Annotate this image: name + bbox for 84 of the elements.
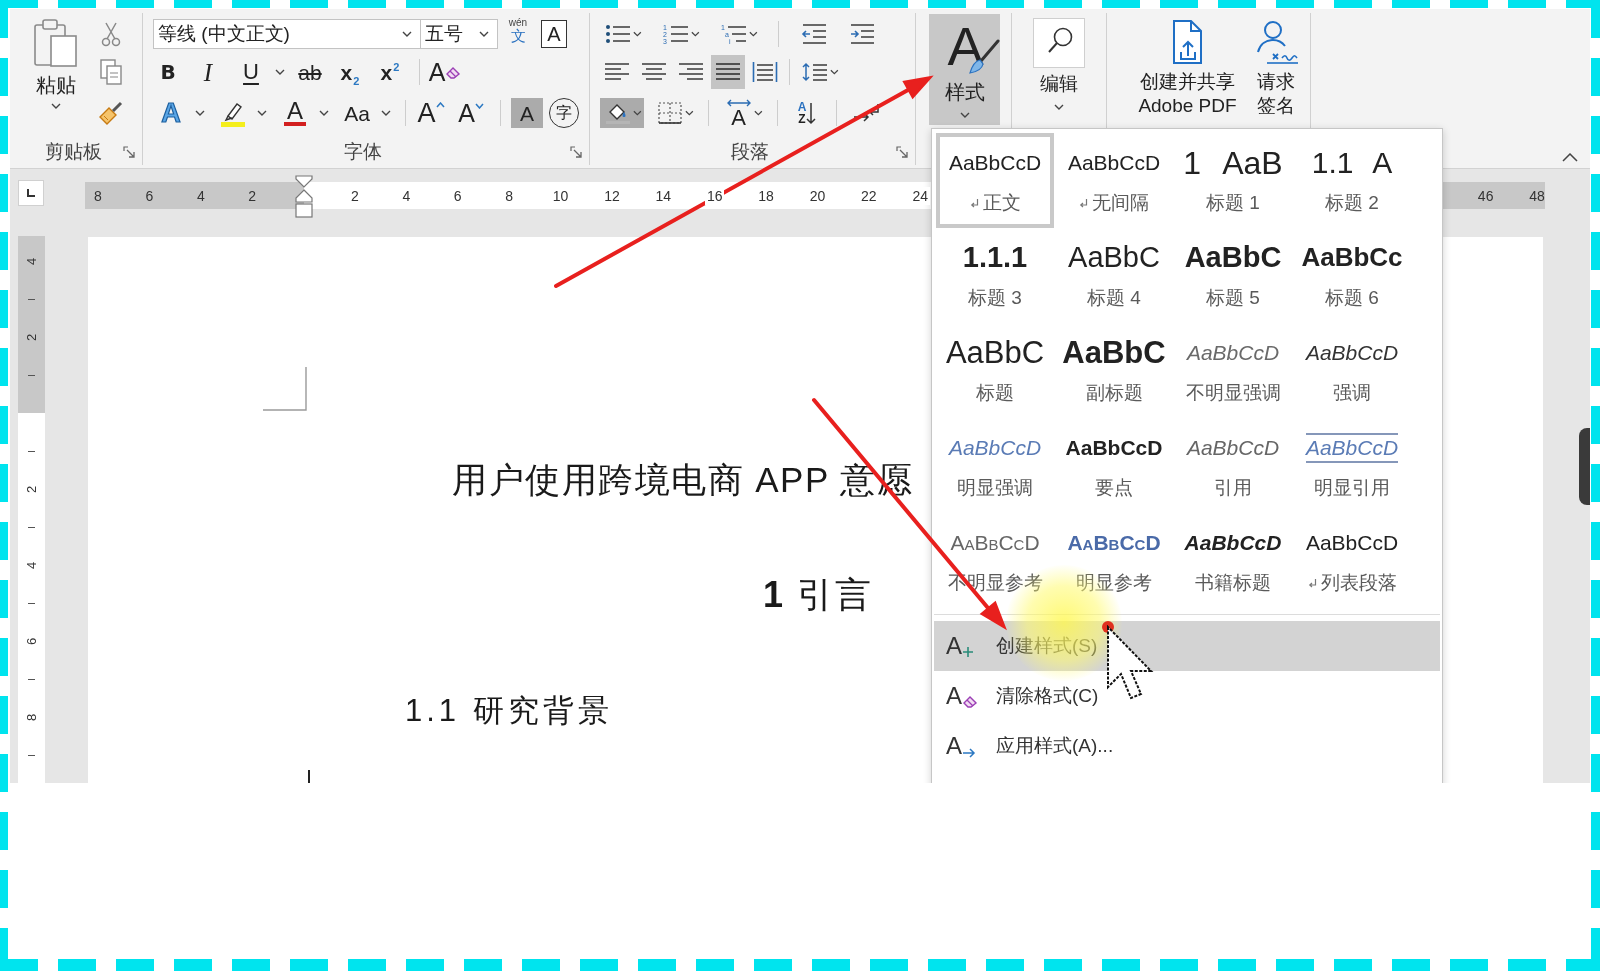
search-icon (1033, 18, 1085, 68)
request-signature-button[interactable]: 请求 签名 (1248, 14, 1303, 118)
ruler-number: 4 (196, 188, 205, 203)
tab-stop-selector[interactable] (18, 180, 44, 206)
change-case-button[interactable]: Aa (339, 96, 395, 130)
dialog-launcher-icon[interactable] (123, 145, 136, 159)
shading-button[interactable]: A (511, 98, 543, 128)
shrink-button[interactable]: A (456, 96, 490, 130)
ruler-number: 8 (94, 188, 102, 203)
clipboard-icon (33, 18, 79, 68)
ruler-number: 2 (25, 485, 38, 493)
tab-stop-icon (26, 188, 36, 198)
indent-icon (849, 23, 875, 45)
character-border-button[interactable]: A (541, 20, 567, 48)
crop-mark-icon (263, 367, 307, 411)
down-arrow-icon (806, 101, 817, 125)
align-left-icon (604, 61, 630, 83)
heading: 1 引言 (763, 574, 874, 616)
font-name-combobox[interactable]: 等线 (中文正文) (153, 19, 421, 49)
paste-button[interactable]: 粘贴 (26, 14, 86, 109)
style-gallery-item[interactable]: AaBbCcD 正文 (936, 133, 1054, 228)
chevron-up-icon (435, 101, 445, 108)
align-right-icon (678, 61, 704, 83)
dialog-launcher-icon[interactable] (896, 145, 909, 159)
caret-icon (51, 103, 61, 109)
paintbrush-icon (97, 99, 125, 127)
pointer-cursor-icon (1106, 625, 1156, 701)
phonetic-guide-button[interactable]: wén 文 (503, 18, 533, 50)
ruler-number: 48 (1529, 188, 1545, 203)
group-label: 字体 (344, 140, 382, 164)
justify-icon (715, 61, 741, 83)
ruler-number: 6 (25, 637, 38, 645)
adobe-pdf-button[interactable]: 创建并共享 Adobe PDF (1134, 14, 1241, 118)
font-color-button[interactable]: A (277, 96, 333, 130)
copy-icon (99, 58, 123, 86)
grow-button[interactable]: A (416, 96, 450, 130)
group-label: 段落 (730, 140, 769, 164)
subscript-button[interactable]: x$_{2}$ (335, 55, 369, 89)
ruler-number: 46 (1477, 188, 1494, 203)
outdent-icon (801, 23, 827, 45)
caret-icon (959, 112, 970, 118)
border-grid-icon (656, 101, 683, 125)
bulleted-list-icon (604, 23, 631, 45)
side-panel-tab[interactable] (1579, 428, 1590, 505)
menu-item[interactable]: A 创建样式(S) (934, 621, 1440, 671)
ruler-number: 4 (25, 257, 38, 265)
eraser-icon (962, 694, 978, 708)
ruler-number: 2 (248, 188, 257, 203)
shading-button[interactable] (600, 98, 644, 128)
indent-marker[interactable] (295, 175, 313, 219)
justify-button[interactable] (711, 55, 745, 89)
group-label: 剪贴板 (44, 140, 102, 164)
ruler-number: 8 (25, 713, 38, 721)
clear-format-button[interactable]: A (430, 55, 464, 89)
chevron-up-icon[interactable] (1562, 153, 1578, 162)
menu-item[interactable]: A 清除格式(C) (934, 671, 1440, 721)
subheading: 1.1 研究背景 (405, 693, 613, 729)
double-arrow-icon (725, 98, 752, 107)
menu-item[interactable]: A 应用样式(A)... (934, 721, 1440, 771)
caret-icon (402, 31, 412, 37)
line-spacing-icon (801, 61, 828, 83)
align-center-icon (641, 61, 667, 83)
ruler-number: 4 (25, 561, 38, 569)
dialog-launcher-icon[interactable] (570, 145, 583, 159)
asian-layout-button[interactable]: A (721, 96, 765, 130)
bold-button[interactable]: B (153, 55, 187, 89)
caret-icon (479, 31, 489, 37)
italic-button[interactable]: I (193, 55, 227, 89)
scissors-icon (101, 21, 121, 47)
superscript-button[interactable]: x$^{2}$ (375, 55, 409, 89)
underline-button[interactable]: U (233, 55, 289, 89)
ruler-number: 2 (25, 333, 38, 341)
strikethrough-button[interactable]: ab (295, 55, 329, 89)
editing-button[interactable]: 编辑 (1029, 14, 1089, 110)
ruler-number: 6 (145, 188, 154, 203)
arrow-right-icon (962, 748, 976, 758)
distribute-icon (752, 61, 778, 83)
font-size-combobox[interactable]: 五号 (420, 19, 498, 49)
eraser-icon (445, 65, 462, 79)
chevron-down-icon (474, 102, 484, 109)
sort-button[interactable]: A Z (790, 96, 824, 130)
caret-icon (1054, 104, 1064, 110)
text-cursor (308, 770, 310, 783)
plus-icon (962, 646, 974, 658)
